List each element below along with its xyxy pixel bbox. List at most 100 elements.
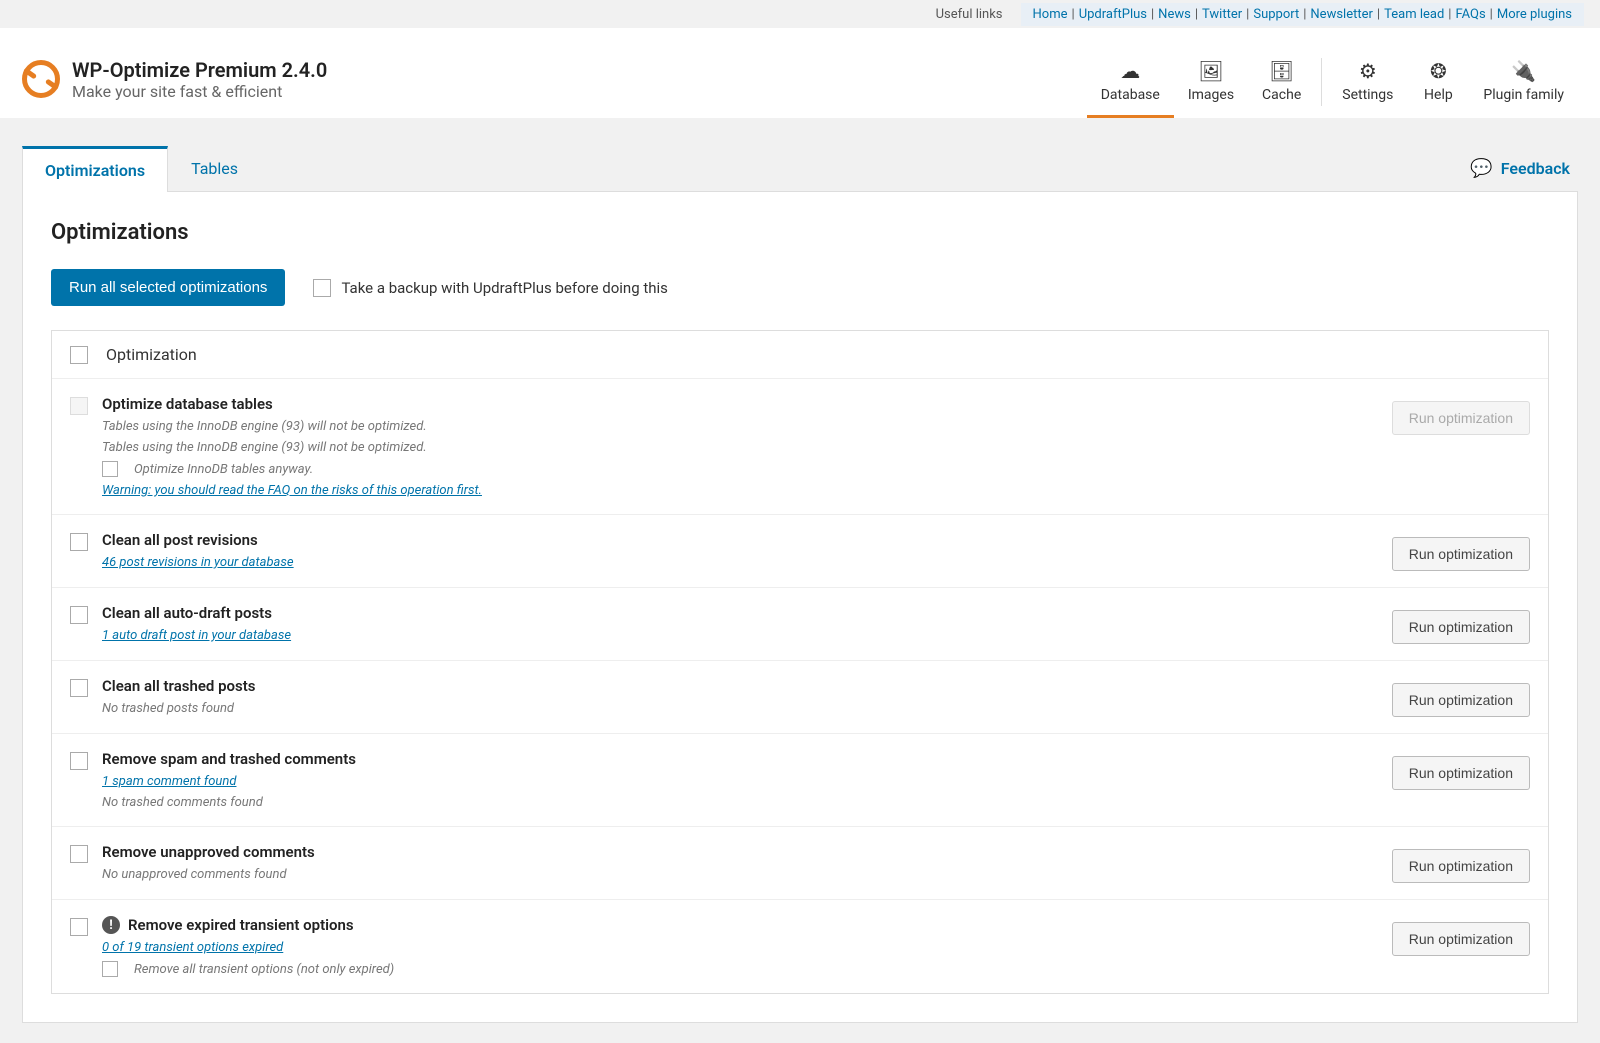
images-icon: 🖼: [1198, 59, 1223, 83]
table-head: Optimization: [52, 331, 1548, 379]
row-checkbox[interactable]: [70, 845, 88, 863]
feedback-icon: 💬: [1470, 158, 1492, 179]
row-title: Clean all post revisions: [102, 531, 258, 549]
warning-icon: !: [102, 916, 120, 934]
plug-icon: 🔌: [1511, 59, 1536, 83]
backup-checkbox[interactable]: [313, 279, 331, 297]
tab-plugin-family-label: Plugin family: [1483, 87, 1564, 103]
table-row: Optimize database tables Tables using the…: [52, 379, 1548, 515]
optimizations-panel: Optimizations Run all selected optimizat…: [22, 192, 1578, 1023]
brand-tagline: Make your site fast & efficient: [72, 82, 327, 101]
subtab-tables-label: Tables: [191, 159, 238, 178]
table-row: ! Remove expired transient options 0 of 19…: [52, 900, 1548, 993]
tab-database-label: Database: [1101, 87, 1160, 103]
panel-heading: Optimizations: [51, 220, 1549, 245]
row-title: Remove expired transient options: [128, 916, 354, 934]
brand: WP-Optimize Premium 2.4.0 Make your site…: [22, 58, 327, 101]
top-link[interactable]: UpdraftPlus: [1079, 7, 1147, 22]
subtab-optimizations[interactable]: Optimizations: [22, 146, 168, 192]
subtab-tables[interactable]: Tables: [168, 146, 261, 192]
table-head-label: Optimization: [106, 345, 197, 364]
warning-link[interactable]: Warning: you should read the FAQ on the …: [102, 483, 1360, 498]
top-separator: |: [1072, 7, 1075, 22]
row-title: Clean all auto-draft posts: [102, 604, 272, 622]
top-link[interactable]: More plugins: [1497, 7, 1572, 22]
top-links: Home | UpdraftPlus | News | Twitter | Support | Ne…: [1021, 3, 1584, 26]
row-title: Remove unapproved comments: [102, 843, 315, 861]
row-checkbox[interactable]: [70, 679, 88, 697]
tab-cache[interactable]: 🗄 Cache: [1248, 51, 1315, 118]
archive-icon: 🗄: [1269, 59, 1294, 83]
help-icon: ❂: [1430, 59, 1447, 83]
row-checkbox[interactable]: [70, 918, 88, 936]
row-subtext: No trashed posts found: [102, 701, 1360, 716]
row-link[interactable]: 1 auto draft post in your database: [102, 628, 1360, 643]
row-title: Remove spam and trashed comments: [102, 750, 356, 768]
inline-checkbox[interactable]: [102, 461, 118, 477]
inline-checkbox-label: Optimize InnoDB tables anyway.: [134, 462, 313, 477]
inline-checkbox-label: Remove all transient options (not only e…: [134, 962, 394, 977]
sub-tabs-row: Optimizations Tables 💬 Feedback: [22, 146, 1578, 192]
tab-cache-label: Cache: [1262, 87, 1301, 103]
tab-plugin-family[interactable]: 🔌 Plugin family: [1469, 51, 1578, 118]
top-separator: |: [1490, 7, 1493, 22]
table-row: Remove spam and trashed comments 1 spam c…: [52, 734, 1548, 827]
top-link[interactable]: FAQs: [1455, 7, 1485, 22]
top-separator: |: [1151, 7, 1154, 22]
top-separator: |: [1303, 7, 1306, 22]
top-separator: |: [1377, 7, 1380, 22]
row-link[interactable]: 1 spam comment found: [102, 774, 1360, 789]
tab-database[interactable]: ☁ Database: [1087, 51, 1174, 118]
tab-separator: [1321, 58, 1322, 106]
row-checkbox[interactable]: [70, 752, 88, 770]
row-link[interactable]: 0 of 19 transient options expired: [102, 940, 1360, 955]
run-all-button[interactable]: Run all selected optimizations: [51, 269, 285, 306]
tab-images[interactable]: 🖼 Images: [1174, 51, 1248, 118]
top-link[interactable]: Newsletter: [1310, 7, 1373, 22]
run-optimization-button[interactable]: Run optimization: [1392, 537, 1530, 571]
tab-images-label: Images: [1188, 87, 1234, 103]
row-checkbox[interactable]: [70, 533, 88, 551]
feedback-link[interactable]: 💬 Feedback: [1462, 146, 1578, 191]
top-separator: |: [1246, 7, 1249, 22]
table-row: Clean all trashed posts No trashed posts …: [52, 661, 1548, 734]
row-link[interactable]: 46 post revisions in your database: [102, 555, 1360, 570]
feedback-label: Feedback: [1501, 159, 1570, 178]
top-separator: |: [1195, 7, 1198, 22]
top-link[interactable]: Support: [1253, 7, 1299, 22]
top-link[interactable]: Team lead: [1384, 7, 1444, 22]
top-separator: |: [1448, 7, 1451, 22]
row-checkbox[interactable]: [70, 606, 88, 624]
run-optimization-button[interactable]: Run optimization: [1392, 756, 1530, 790]
cloud-icon: ☁: [1120, 59, 1140, 83]
tab-help-label: Help: [1424, 87, 1453, 103]
table-row: Clean all auto-draft posts 1 auto draft p…: [52, 588, 1548, 661]
select-all-checkbox[interactable]: [70, 346, 88, 364]
top-link[interactable]: News: [1158, 7, 1191, 22]
row-title: Clean all trashed posts: [102, 677, 255, 695]
subtab-optimizations-label: Optimizations: [45, 161, 145, 180]
inline-checkbox[interactable]: [102, 961, 118, 977]
header: WP-Optimize Premium 2.4.0 Make your site…: [0, 28, 1600, 118]
tab-settings[interactable]: ⚙ Settings: [1328, 51, 1407, 118]
row-title: Optimize database tables: [102, 395, 273, 413]
logo-icon: [22, 60, 60, 98]
main-tabs: ☁ Database 🖼 Images 🗄 Cache ⚙ Settings ❂…: [1087, 40, 1578, 118]
sliders-icon: ⚙: [1359, 59, 1377, 83]
run-optimization-button[interactable]: Run optimization: [1392, 683, 1530, 717]
tab-help[interactable]: ❂ Help: [1407, 51, 1469, 118]
table-row: Clean all post revisions 46 post revision…: [52, 515, 1548, 588]
top-link[interactable]: Home: [1033, 7, 1068, 22]
top-link[interactable]: Twitter: [1202, 7, 1242, 22]
backup-label-text: Take a backup with UpdraftPlus before do…: [341, 279, 667, 297]
run-optimization-button[interactable]: Run optimization: [1392, 849, 1530, 883]
row-subtext: No trashed comments found: [102, 795, 1360, 810]
run-optimization-button[interactable]: Run optimization: [1392, 610, 1530, 644]
tab-settings-label: Settings: [1342, 87, 1393, 103]
optimizations-table: Optimization Optimize database tables Tab…: [51, 330, 1549, 994]
run-optimization-button: Run optimization: [1392, 401, 1530, 435]
run-optimization-button[interactable]: Run optimization: [1392, 922, 1530, 956]
backup-checkbox-row[interactable]: Take a backup with UpdraftPlus before do…: [313, 279, 667, 297]
row-subtext: Tables using the InnoDB engine (93) will…: [102, 440, 1360, 455]
brand-title: WP-Optimize Premium 2.4.0: [72, 58, 327, 82]
